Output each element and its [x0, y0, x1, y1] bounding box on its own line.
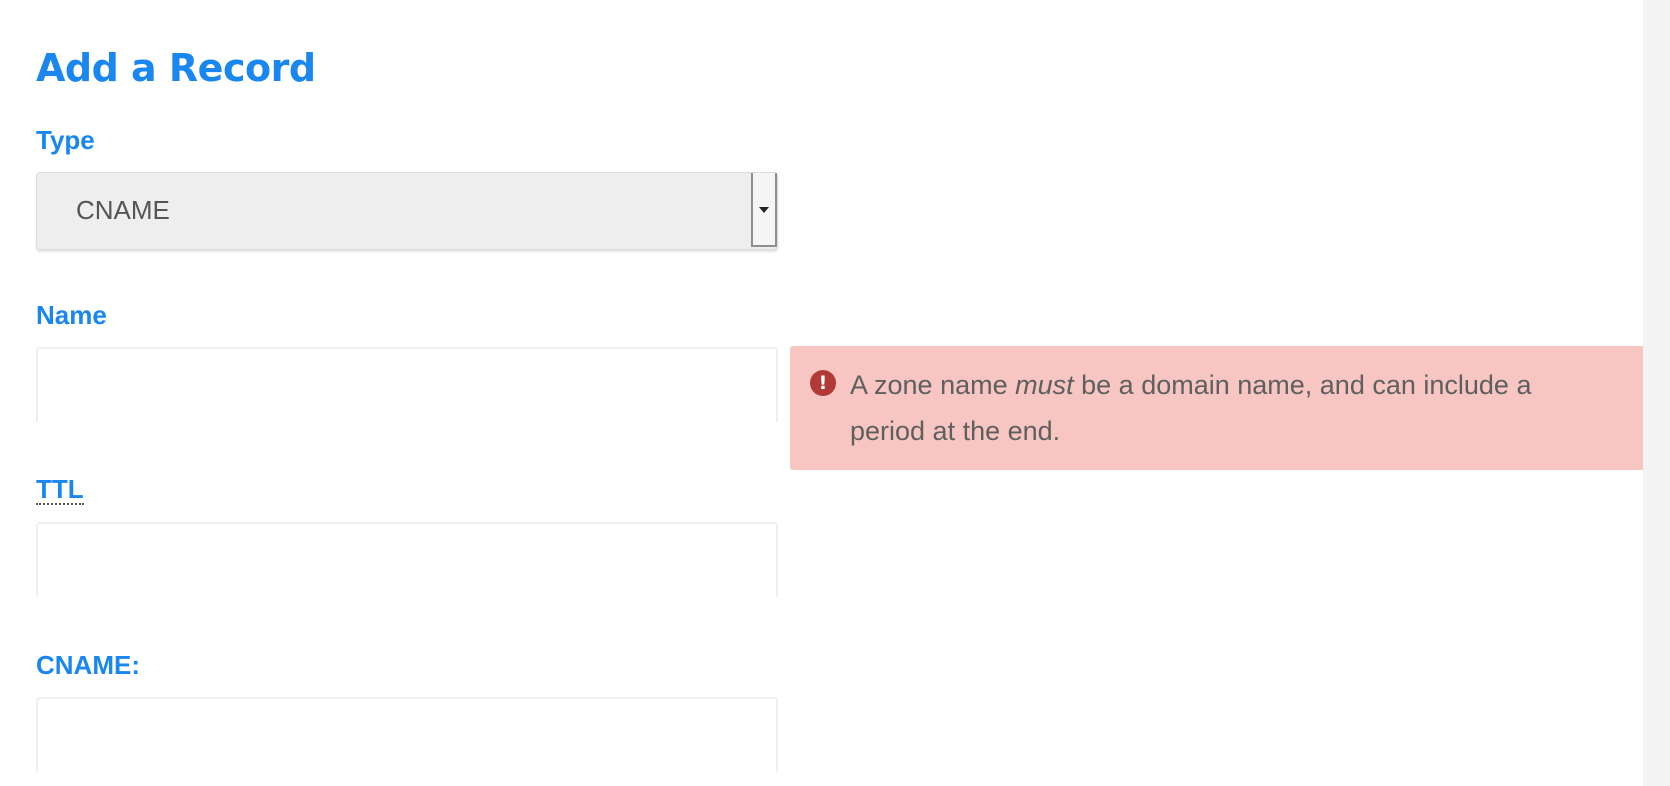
exclamation-circle-icon: ! [810, 370, 836, 396]
name-error-message: ! A zone name must be a domain name, and… [790, 346, 1670, 470]
error-text: A zone name must be a domain name, and c… [850, 362, 1610, 454]
cname-input[interactable] [36, 697, 778, 772]
ttl-input[interactable] [36, 522, 778, 597]
error-text-emphasis: must [1015, 370, 1074, 400]
error-text-start: A zone name [850, 370, 1016, 400]
type-select[interactable]: CNAME [36, 172, 778, 250]
cname-label: CNAME: [36, 650, 140, 680]
page-title: Add a Record [36, 46, 316, 90]
ttl-label[interactable]: TTL [36, 475, 84, 505]
add-record-page: Add a Record Type CNAME Name ! A zone na… [0, 0, 1670, 786]
type-select-dropdown-button[interactable] [751, 173, 777, 247]
caret-down-icon [759, 207, 769, 213]
type-select-value: CNAME [76, 195, 170, 225]
name-input[interactable] [36, 347, 778, 422]
name-label: Name [36, 300, 107, 330]
type-label: Type [36, 125, 95, 155]
page-scrollbar[interactable] [1643, 0, 1670, 786]
